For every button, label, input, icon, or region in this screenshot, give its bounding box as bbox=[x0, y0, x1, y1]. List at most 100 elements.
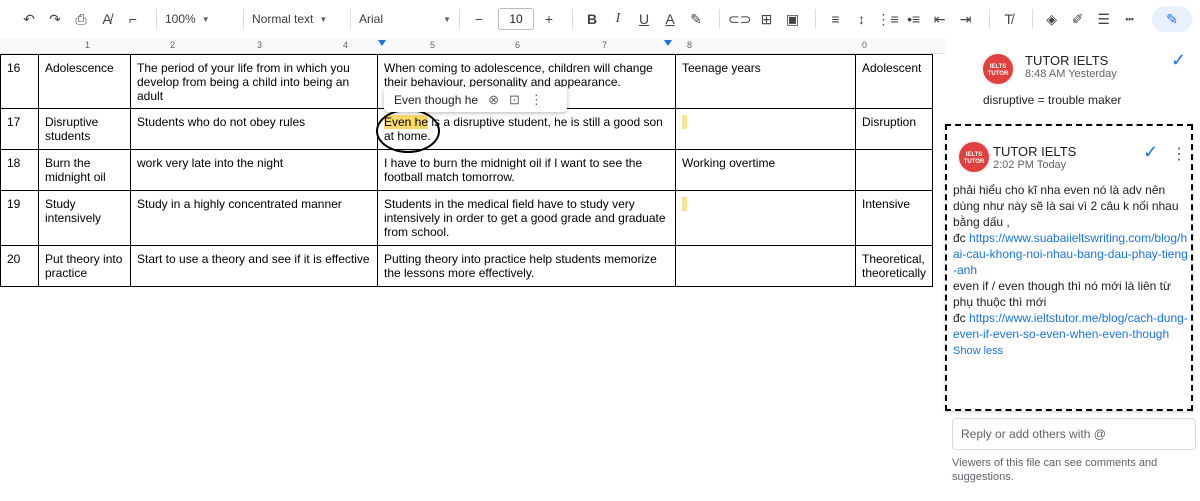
indent-marker[interactable] bbox=[378, 40, 386, 46]
comment-card[interactable]: IELTS TUTOR TUTOR IELTS 8:48 AM Yesterda… bbox=[975, 48, 1197, 118]
more-options-icon[interactable]: ⋮ bbox=[530, 92, 543, 108]
comment-paragraph: even if / even though thì nó mới là liên… bbox=[953, 279, 1172, 309]
related-cell[interactable]: Theoretical, theoretically bbox=[854, 245, 934, 287]
term-cell[interactable]: Study intensively bbox=[38, 190, 131, 246]
font-size-input[interactable]: 10 bbox=[498, 8, 534, 30]
definition-cell[interactable]: Start to use a theory and see if it is e… bbox=[130, 245, 378, 287]
row-number[interactable]: 18 bbox=[0, 149, 39, 191]
comment-link[interactable]: https://www.ieltstutor.me/blog/cach-dung… bbox=[953, 311, 1188, 341]
example-cell[interactable]: I have to burn the midnight oil if I wan… bbox=[377, 149, 676, 191]
related-cell[interactable]: Disruption bbox=[854, 108, 934, 150]
resolve-check-icon[interactable]: ✓ bbox=[1171, 50, 1186, 71]
row-number[interactable]: 19 bbox=[0, 190, 39, 246]
toolbar-divider bbox=[815, 9, 817, 29]
dismiss-icon[interactable]: ⊗ bbox=[488, 92, 499, 108]
synonym-cell[interactable] bbox=[675, 190, 856, 246]
ruler-number: 6 bbox=[515, 40, 521, 50]
undo-icon[interactable]: ↶ bbox=[18, 6, 40, 32]
font-value: Arial bbox=[359, 12, 384, 26]
edit-mode-button[interactable]: ✎ bbox=[1152, 6, 1192, 32]
indent-marker[interactable] bbox=[664, 40, 672, 46]
row-number[interactable]: 20 bbox=[0, 245, 39, 287]
numbered-list-icon[interactable]: ⋮≡ bbox=[876, 6, 898, 32]
chevron-down-icon: ▼ bbox=[443, 14, 451, 24]
ruler[interactable]: 1 2 3 4 5 6 7 8 0 bbox=[0, 38, 945, 54]
related-cell[interactable] bbox=[854, 149, 934, 191]
comment-card-active[interactable]: IELTS TUTOR TUTOR IELTS 2:02 PM Today ✓ … bbox=[945, 124, 1193, 411]
toolbar-divider bbox=[572, 9, 573, 29]
suggestion-popup[interactable]: Even though he ⊗ ⊡ ⋮ bbox=[384, 87, 567, 112]
clear-formatting-icon[interactable]: T̸ bbox=[998, 6, 1020, 32]
style-select[interactable]: Normal text ▼ bbox=[252, 6, 342, 32]
fill-color-icon[interactable]: ◈ bbox=[1041, 6, 1063, 32]
comment-body: phải hiểu cho kĩ nha even nó là adv nên … bbox=[953, 182, 1188, 359]
definition-cell[interactable]: Students who do not obey rules bbox=[130, 108, 378, 150]
show-less-link[interactable]: Show less bbox=[953, 345, 1003, 357]
add-comment-icon[interactable]: ⊞ bbox=[755, 6, 777, 32]
text-color-icon[interactable]: A bbox=[659, 6, 681, 32]
font-select[interactable]: Arial ▼ bbox=[359, 6, 451, 32]
resolve-check-icon[interactable]: ✓ bbox=[1143, 142, 1158, 163]
style-value: Normal text bbox=[252, 12, 314, 26]
chevron-down-icon: ▼ bbox=[201, 14, 210, 24]
comment-author: TUTOR IELTS bbox=[1025, 53, 1109, 68]
paint-format-icon[interactable]: ⌐ bbox=[122, 6, 144, 32]
related-cell[interactable]: Adolescent bbox=[854, 54, 934, 109]
reply-input[interactable]: Reply or add others with @ bbox=[952, 418, 1196, 450]
italic-icon[interactable]: I bbox=[607, 6, 629, 32]
table-row: 18 Burn the midnight oil work very late … bbox=[0, 149, 934, 191]
ruler-number: 1 bbox=[85, 40, 91, 50]
bulleted-list-icon[interactable]: •≡ bbox=[903, 6, 925, 32]
row-number[interactable]: 17 bbox=[0, 108, 39, 150]
border-color-icon[interactable]: ✐ bbox=[1067, 6, 1089, 32]
ruler-number: 8 bbox=[687, 40, 693, 50]
bold-icon[interactable]: B bbox=[581, 6, 603, 32]
term-cell[interactable]: Put theory into practice bbox=[38, 245, 131, 287]
border-dash-icon[interactable]: ┅ bbox=[1119, 6, 1141, 32]
synonym-cell[interactable] bbox=[675, 108, 856, 150]
spellcheck-icon[interactable]: A̸ bbox=[96, 6, 118, 32]
definition-cell[interactable]: The period of your life from in which yo… bbox=[130, 54, 378, 109]
decrease-indent-icon[interactable]: ⇤ bbox=[929, 6, 951, 32]
table-row: 17 Disruptive students Students who do n… bbox=[0, 108, 934, 150]
annotation-circle bbox=[376, 109, 440, 153]
more-options-icon[interactable]: ⋮ bbox=[1171, 144, 1187, 164]
comment-prefix: đc bbox=[953, 231, 970, 245]
line-spacing-icon[interactable]: ↕ bbox=[850, 6, 872, 32]
example-cell[interactable]: Putting theory into practice help studen… bbox=[377, 245, 676, 287]
row-number[interactable]: 16 bbox=[0, 54, 39, 109]
viewers-note: Viewers of this file can see comments an… bbox=[952, 457, 1158, 483]
link-icon[interactable]: ⊂⊃ bbox=[728, 6, 751, 32]
insert-image-icon[interactable]: ▣ bbox=[781, 6, 803, 32]
feedback-icon[interactable]: ⊡ bbox=[509, 92, 520, 108]
ruler-number: 4 bbox=[343, 40, 349, 50]
comment-body: disruptive = trouble maker bbox=[983, 93, 1122, 107]
increase-indent-icon[interactable]: ⇥ bbox=[955, 6, 977, 32]
toolbar-divider bbox=[243, 9, 244, 29]
align-icon[interactable]: ≡ bbox=[824, 6, 846, 32]
definition-cell[interactable]: work very late into the night bbox=[130, 149, 378, 191]
example-cell[interactable]: Students in the medical field have to st… bbox=[377, 190, 676, 246]
synonym-cell[interactable]: Teenage years bbox=[675, 54, 856, 109]
definition-cell[interactable]: Study in a highly concentrated manner bbox=[130, 190, 378, 246]
ruler-number: 7 bbox=[602, 40, 608, 50]
term-cell[interactable]: Burn the midnight oil bbox=[38, 149, 131, 191]
comment-link[interactable]: https://www.suabaiieltswriting.com/blog/… bbox=[953, 231, 1188, 277]
redo-icon[interactable]: ↷ bbox=[44, 6, 66, 32]
synonym-cell[interactable] bbox=[675, 245, 856, 287]
highlight-icon[interactable]: ✎ bbox=[685, 6, 707, 32]
synonym-cell[interactable]: Working overtime bbox=[675, 149, 856, 191]
decrease-font-icon[interactable]: − bbox=[468, 6, 490, 32]
related-cell[interactable]: Intensive bbox=[854, 190, 934, 246]
term-cell[interactable]: Disruptive students bbox=[38, 108, 131, 150]
comment-paragraph: phải hiểu cho kĩ nha even nó là adv nên … bbox=[953, 183, 1179, 229]
ruler-number: 0 bbox=[862, 40, 868, 50]
border-width-icon[interactable]: ☰ bbox=[1093, 6, 1115, 32]
suggestion-text: Even though he bbox=[394, 92, 479, 107]
term-cell[interactable]: Adolescence bbox=[38, 54, 131, 109]
increase-font-icon[interactable]: + bbox=[538, 6, 560, 32]
underline-icon[interactable]: U bbox=[633, 6, 655, 32]
print-icon[interactable]: ⎙ bbox=[70, 6, 92, 32]
highlight-mark bbox=[682, 115, 687, 129]
zoom-select[interactable]: 100% ▼ bbox=[165, 6, 235, 32]
